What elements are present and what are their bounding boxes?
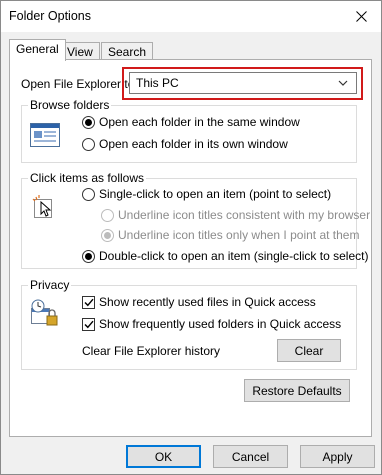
title-bar: Folder Options (1, 1, 381, 32)
privacy-group: Privacy Show recently used files in Quic… (21, 278, 357, 370)
tab-general-label: General (16, 42, 59, 56)
tab-search-label: Search (108, 45, 147, 59)
cursor-click-icon (32, 195, 52, 218)
checkbox-recent-files[interactable]: Show recently used files in Quick access (82, 295, 316, 309)
radio-underline-consistent[interactable]: Underline icon titles consistent with my… (101, 208, 370, 222)
checkmark-icon (84, 320, 94, 328)
checkbox-recent-files-box (82, 295, 95, 309)
radio-single-click-indicator (82, 187, 95, 201)
privacy-title: Privacy (28, 278, 72, 292)
apply-button[interactable]: Apply (300, 445, 375, 468)
radio-same-window-indicator (82, 115, 95, 129)
close-icon (355, 11, 367, 22)
clear-button[interactable]: Clear (277, 339, 341, 362)
radio-underline-point[interactable]: Underline icon titles only when I point … (101, 228, 359, 242)
checkmark-icon (84, 298, 94, 306)
highlight-box (122, 67, 363, 100)
radio-underline-consistent-indicator (101, 208, 114, 222)
tab-view-label: View (67, 45, 93, 59)
privacy-icon (31, 299, 58, 326)
tab-search[interactable]: Search (101, 42, 154, 60)
browse-folders-group: Browse folders Open each folder in the s… (21, 98, 357, 163)
radio-single-click[interactable]: Single-click to open an item (point to s… (82, 187, 331, 201)
radio-double-click-indicator (82, 249, 95, 263)
click-items-title: Click items as follows (28, 171, 147, 185)
radio-same-window[interactable]: Open each folder in the same window (82, 115, 300, 129)
clear-history-label: Clear File Explorer history (82, 344, 221, 358)
click-items-group: Click items as follows Single-click to o… (21, 171, 370, 269)
radio-double-click[interactable]: Double-click to open an item (single-cli… (82, 249, 368, 263)
ok-button[interactable]: OK (126, 445, 201, 468)
checkbox-frequent-folders[interactable]: Show frequently used folders in Quick ac… (82, 317, 341, 331)
browse-folders-title: Browse folders (28, 98, 112, 112)
folder-options-dialog: Folder Options General View Search Open … (0, 0, 382, 475)
radio-own-window[interactable]: Open each folder in its own window (82, 137, 288, 151)
tab-general[interactable]: General (9, 39, 66, 61)
general-tab-panel: Open File Explorer to: This PC Browse fo… (9, 59, 372, 437)
window-title: Folder Options (9, 9, 91, 23)
cancel-button[interactable]: Cancel (213, 445, 288, 468)
open-explorer-label: Open File Explorer to: (21, 77, 138, 91)
close-button[interactable] (341, 1, 381, 32)
tab-view[interactable]: View (61, 42, 100, 60)
radio-own-window-indicator (82, 137, 95, 151)
radio-underline-point-indicator (101, 228, 114, 242)
window-icon (30, 123, 60, 147)
checkbox-frequent-folders-box (82, 317, 95, 331)
restore-defaults-button[interactable]: Restore Defaults (244, 379, 350, 402)
